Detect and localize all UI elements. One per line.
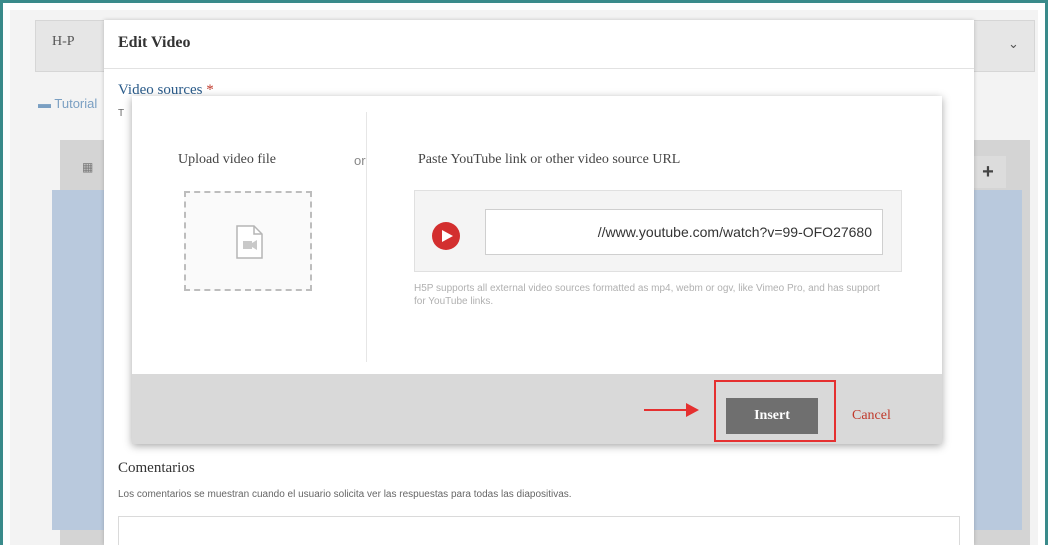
- list-icon: ▬: [38, 96, 55, 111]
- comments-field[interactable]: [118, 516, 960, 545]
- url-hint-text: H5P supports all external video sources …: [414, 283, 880, 307]
- video-url-input[interactable]: //www.youtube.com/watch?v=99-OFO27680: [485, 209, 883, 255]
- cancel-button[interactable]: Cancel: [852, 398, 891, 434]
- video-sources-hint: T: [118, 108, 125, 119]
- url-input-area: //www.youtube.com/watch?v=99-OFO27680: [414, 190, 902, 272]
- comments-label: Comentarios: [118, 460, 195, 476]
- edit-video-title: Edit Video: [118, 34, 191, 51]
- youtube-play-icon: [432, 222, 460, 250]
- background-h5p-label: H-P: [52, 34, 75, 49]
- background-tutorial-link[interactable]: ▬ Tutorial: [38, 96, 97, 111]
- chevron-down-icon[interactable]: ⌄: [1008, 36, 1019, 52]
- or-label: or: [354, 153, 366, 168]
- upload-video-label: Upload video file: [178, 152, 276, 167]
- red-arrow-icon: [644, 403, 699, 417]
- background-small-icon: ▦: [82, 160, 94, 174]
- upload-video-dropzone[interactable]: [184, 191, 312, 291]
- dialog-vertical-divider: [366, 112, 367, 362]
- video-file-icon: [236, 225, 263, 259]
- add-slide-button[interactable]: +: [970, 156, 1006, 188]
- comments-hint: Los comentarios se muestran cuando el us…: [118, 489, 572, 500]
- edit-video-divider: [104, 68, 974, 69]
- insert-highlight-box: [714, 380, 836, 442]
- paste-url-label: Paste YouTube link or other video source…: [418, 152, 681, 167]
